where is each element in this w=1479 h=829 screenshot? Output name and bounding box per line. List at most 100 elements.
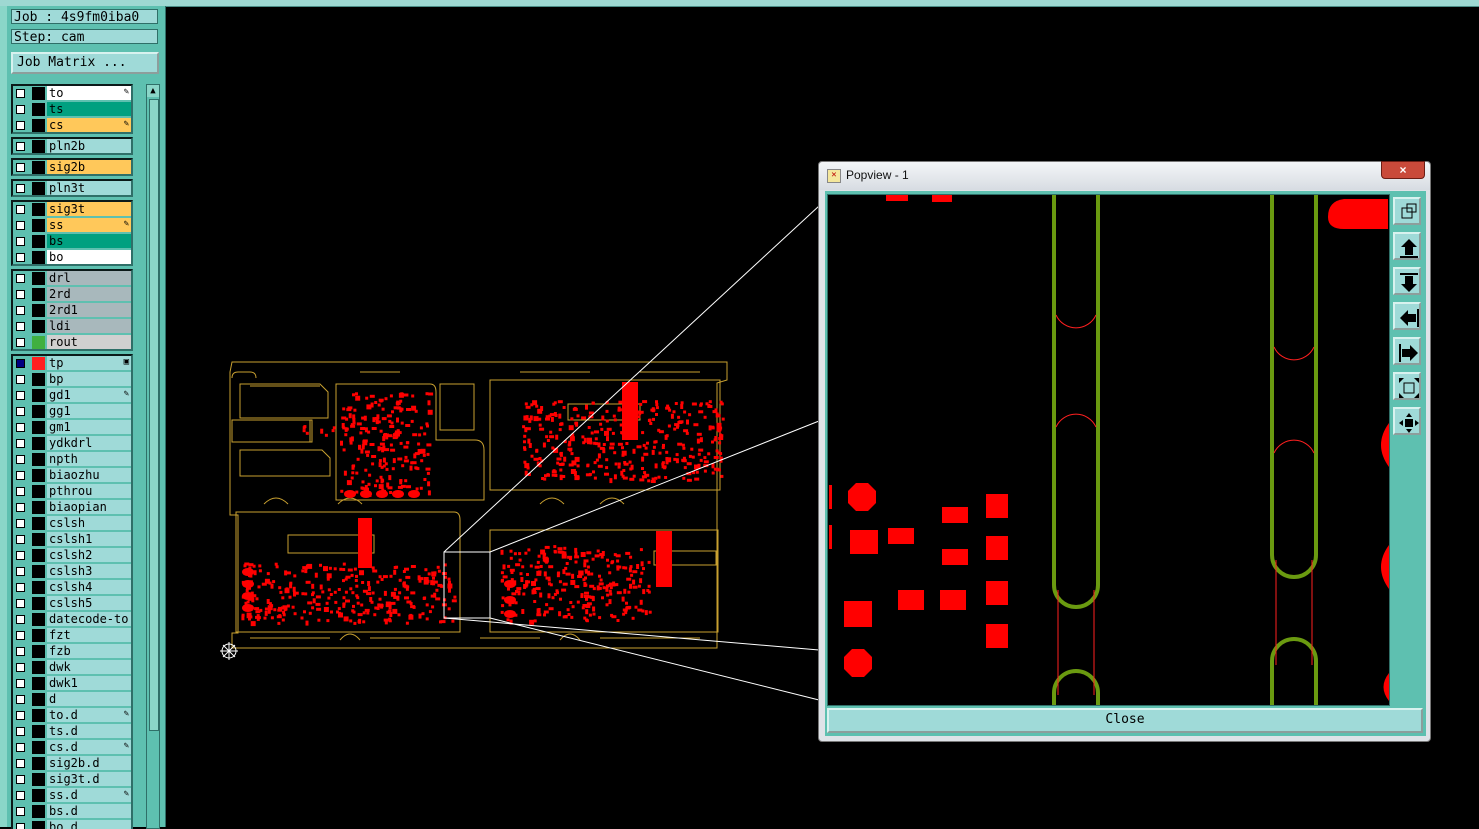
- layer-checkbox[interactable]: [16, 727, 25, 736]
- layer-color-swatch[interactable]: [32, 182, 45, 195]
- layer-checkbox[interactable]: [16, 711, 25, 720]
- popview-zoom-canvas[interactable]: [827, 194, 1390, 706]
- layer-checkbox[interactable]: [16, 647, 25, 656]
- layer-name[interactable]: dwk: [47, 660, 131, 674]
- layer-checkbox[interactable]: [16, 253, 25, 262]
- layer-row[interactable]: gm1: [11, 420, 133, 435]
- layer-row[interactable]: 2rd: [11, 287, 133, 302]
- layer-name[interactable]: ldi: [47, 319, 131, 333]
- layer-color-swatch[interactable]: [32, 581, 45, 594]
- layer-row[interactable]: datecode-to: [11, 612, 133, 627]
- layer-name[interactable]: cslsh1: [47, 532, 131, 546]
- layer-checkbox[interactable]: [16, 535, 25, 544]
- pan-up-button[interactable]: [1393, 232, 1421, 260]
- layer-name[interactable]: bo.d: [47, 820, 131, 829]
- layer-checkbox[interactable]: [16, 359, 25, 368]
- layer-checkbox[interactable]: [16, 290, 25, 299]
- layer-name[interactable]: pln2b: [47, 139, 131, 153]
- layer-name[interactable]: 2rd1: [47, 303, 131, 317]
- layer-row[interactable]: drl: [11, 271, 133, 286]
- layer-color-swatch[interactable]: [32, 235, 45, 248]
- layer-color-swatch[interactable]: [32, 693, 45, 706]
- layer-checkbox[interactable]: [16, 237, 25, 246]
- layer-row[interactable]: gd1 ✎: [11, 388, 133, 403]
- layer-checkbox[interactable]: [16, 631, 25, 640]
- layer-checkbox[interactable]: [16, 274, 25, 283]
- layer-name[interactable]: tp: [47, 356, 131, 370]
- layer-name[interactable]: fzt: [47, 628, 131, 642]
- layer-color-swatch[interactable]: [32, 677, 45, 690]
- layer-color-swatch[interactable]: [32, 629, 45, 642]
- layer-checkbox[interactable]: [16, 583, 25, 592]
- layer-color-swatch[interactable]: [32, 389, 45, 402]
- layer-name[interactable]: drl: [47, 271, 131, 285]
- layer-color-swatch[interactable]: [32, 517, 45, 530]
- layer-row[interactable]: sig2b: [11, 160, 133, 175]
- layer-color-swatch[interactable]: [32, 613, 45, 626]
- pan-right-button[interactable]: [1393, 337, 1421, 365]
- layer-checkbox[interactable]: [16, 759, 25, 768]
- zoom-home-button[interactable]: [1393, 197, 1421, 225]
- layer-name[interactable]: cslsh5: [47, 596, 131, 610]
- layer-name[interactable]: sig2b: [47, 160, 131, 174]
- layer-color-swatch[interactable]: [32, 725, 45, 738]
- layer-name[interactable]: gm1: [47, 420, 131, 434]
- layer-name[interactable]: npth: [47, 452, 131, 466]
- layer-color-swatch[interactable]: [32, 140, 45, 153]
- layer-checkbox[interactable]: [16, 121, 25, 130]
- layer-row[interactable]: npth: [11, 452, 133, 467]
- layer-checkbox[interactable]: [16, 455, 25, 464]
- layer-row[interactable]: pthrou: [11, 484, 133, 499]
- layer-checkbox[interactable]: [16, 391, 25, 400]
- layer-color-swatch[interactable]: [32, 789, 45, 802]
- layer-name[interactable]: ydkdrl: [47, 436, 131, 450]
- layer-row[interactable]: cslsh2: [11, 548, 133, 563]
- layer-row[interactable]: ss.d ✎: [11, 788, 133, 803]
- layer-color-swatch[interactable]: [32, 336, 45, 349]
- layer-scrollbar[interactable]: ▲: [146, 84, 160, 829]
- layer-row[interactable]: cslsh: [11, 516, 133, 531]
- layer-name[interactable]: biaopian: [47, 500, 131, 514]
- layer-name[interactable]: sig2b.d: [47, 756, 131, 770]
- layer-color-swatch[interactable]: [32, 251, 45, 264]
- layer-name[interactable]: gd1: [47, 388, 131, 402]
- layer-color-swatch[interactable]: [32, 119, 45, 132]
- layer-color-swatch[interactable]: [32, 709, 45, 722]
- layer-checkbox[interactable]: [16, 599, 25, 608]
- layer-name[interactable]: bs: [47, 234, 131, 248]
- layer-name[interactable]: bs.d: [47, 804, 131, 818]
- layer-name[interactable]: fzb: [47, 644, 131, 658]
- layer-checkbox[interactable]: [16, 423, 25, 432]
- layer-checkbox[interactable]: [16, 375, 25, 384]
- layer-name[interactable]: pthrou: [47, 484, 131, 498]
- layer-color-swatch[interactable]: [32, 103, 45, 116]
- layer-row[interactable]: cs ✎: [11, 118, 133, 133]
- layer-color-swatch[interactable]: [32, 87, 45, 100]
- layer-checkbox[interactable]: [16, 503, 25, 512]
- layer-checkbox[interactable]: [16, 89, 25, 98]
- layer-checkbox[interactable]: [16, 407, 25, 416]
- layer-row[interactable]: fzt: [11, 628, 133, 643]
- layer-row[interactable]: biaozhu: [11, 468, 133, 483]
- zoom-out-button[interactable]: [1393, 372, 1421, 400]
- layer-name[interactable]: cslsh3: [47, 564, 131, 578]
- scrollbar-thumb[interactable]: [149, 99, 159, 731]
- layer-name[interactable]: to.d: [47, 708, 131, 722]
- layer-row[interactable]: to.d ✎: [11, 708, 133, 723]
- layer-row[interactable]: pln2b: [11, 139, 133, 154]
- layer-row[interactable]: ts: [11, 102, 133, 117]
- layer-color-swatch[interactable]: [32, 773, 45, 786]
- layer-color-swatch[interactable]: [32, 357, 45, 370]
- layer-row[interactable]: tp ▣: [11, 356, 133, 371]
- layer-name[interactable]: cs: [47, 118, 131, 132]
- layer-name[interactable]: to: [47, 86, 131, 100]
- layer-checkbox[interactable]: [16, 322, 25, 331]
- layer-checkbox[interactable]: [16, 221, 25, 230]
- layer-row[interactable]: bp: [11, 372, 133, 387]
- layer-checkbox[interactable]: [16, 338, 25, 347]
- layer-row[interactable]: ss ✎: [11, 218, 133, 233]
- layer-row[interactable]: ydkdrl: [11, 436, 133, 451]
- layer-row[interactable]: bo: [11, 250, 133, 265]
- layer-checkbox[interactable]: [16, 471, 25, 480]
- layer-checkbox[interactable]: [16, 184, 25, 193]
